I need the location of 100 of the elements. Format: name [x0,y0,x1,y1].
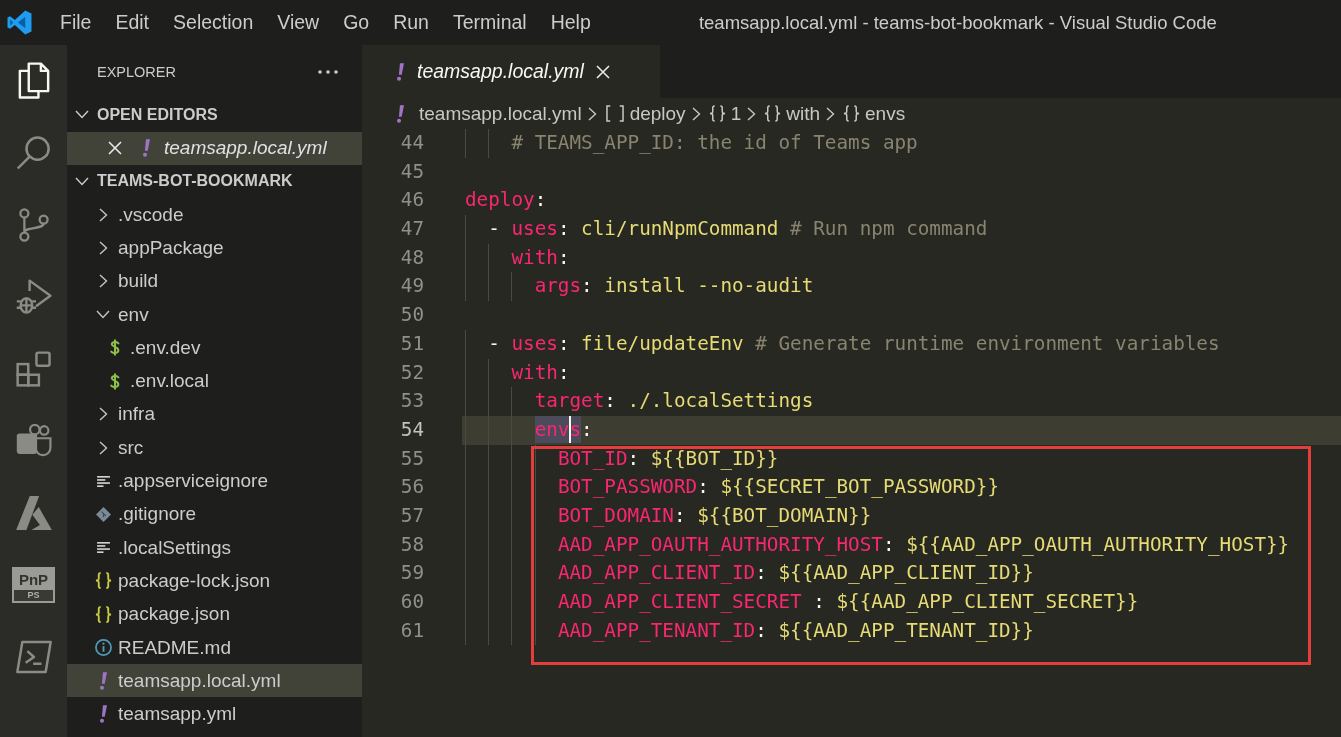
tree-item[interactable]: .localSettings [67,530,362,565]
breadcrumb-item[interactable]: deploy [604,102,686,125]
dollar-icon [110,339,120,357]
close-icon[interactable] [108,141,122,155]
section-header[interactable]: TEAMS-BOT-BOOKMARK [67,164,362,198]
menu-item[interactable]: Help [538,11,603,34]
exclamation-icon [397,104,404,123]
code-line: with: [462,358,1341,388]
code-line: # TEAMS_APP_ID: the id of Teams app [462,129,1341,158]
terminal-icon[interactable] [15,640,52,674]
menu-item[interactable]: File [48,11,104,34]
menu-item[interactable]: Go [331,11,382,34]
line-number: 54 [399,416,424,443]
braces-icon [94,572,112,590]
code-line: - uses: file/updateEnv # Generate runtime environment variables [462,329,1341,359]
tree-item[interactable]: .gitignore [67,497,362,531]
braces-icon [764,105,782,122]
line-number: 56 [399,474,424,501]
breadcrumb-item[interactable]: 1 [708,102,742,125]
line-number: 47 [399,216,424,243]
open-editor-item[interactable]: teamsapp.local.yml [67,131,362,165]
brackets-icon [604,105,625,122]
app-logo-icon [7,10,32,35]
menu-item[interactable]: View [265,11,332,34]
tree-item[interactable]: src [67,431,362,465]
tree-item[interactable]: package.json [67,597,362,631]
tree-item[interactable]: env [67,297,362,332]
code-line: BOT_DOMAIN: ${{BOT_DOMAIN}} [462,501,1341,531]
chevron-icon [691,106,701,121]
line-number: 59 [399,560,424,587]
tree-item[interactable]: teamsapp.yml [67,697,362,731]
exclamation-icon [143,139,150,157]
azure-icon[interactable] [15,496,52,530]
tree-item[interactable]: .appserviceignore [67,464,362,498]
menu-item[interactable]: Edit [103,11,162,34]
code-line: with: [462,243,1341,273]
line-number: 49 [399,273,424,300]
line-number: 46 [399,187,424,214]
run-debug-icon[interactable] [15,279,52,315]
close-icon[interactable] [595,64,610,79]
search-icon[interactable] [16,136,51,170]
line-number: 45 [399,158,424,185]
code-line: BOT_PASSWORD: ${{SECRET_BOT_PASSWORD}} [462,473,1341,502]
braces-icon [94,605,112,623]
code-line: args: install --no-audit [462,272,1341,302]
window-title: teamsapp.local.yml - teams-bot-bookmark - Visual Studio Code [698,11,1217,34]
code-line: - uses: cli/runNpmCommand # Run npm command [462,215,1341,244]
code-line: AAD_APP_TENANT_ID: ${{AAD_APP_TENANT_ID}} [462,616,1341,646]
line-number: 58 [399,531,424,558]
line-number: 53 [399,388,424,415]
line-number: 55 [399,445,424,472]
pnp-button[interactable]: PnP PS [12,567,55,603]
chevron-icon [747,106,757,121]
files-icon[interactable] [16,62,51,100]
diamond-icon [95,506,111,522]
exclamation-icon [99,705,107,724]
menu-item[interactable]: Run [381,11,441,34]
info-icon [94,639,112,656]
code-line: deploy: [464,187,548,214]
exclamation-icon [99,671,107,690]
editor-tab[interactable]: teamsapp.local.yml [362,45,660,98]
panel-title: EXPLORER [97,63,176,80]
tree-item[interactable]: build [67,264,362,298]
code-line: AAD_APP_OAUTH_AUTHORITY_HOST: ${{AAD_APP_OAUTH_AUTHORITY_HOST}} [462,530,1341,560]
line-number: 61 [399,617,424,644]
braces-icon [708,105,726,122]
line-number: 57 [399,502,424,529]
teams-icon[interactable] [15,424,52,458]
menu-item[interactable]: Selection [161,11,266,34]
code-line: AAD_APP_CLIENT_SECRET : ${{AAD_APP_CLIENT_SECRET}} [462,588,1341,617]
code-line: AAD_APP_CLIENT_ID: ${{AAD_APP_CLIENT_ID}} [462,559,1341,588]
line-number: 51 [399,330,424,357]
extensions-icon[interactable] [15,351,52,387]
section-header[interactable]: OPEN EDITORS [67,98,362,132]
braces-icon [843,105,860,122]
line-number: 60 [399,589,424,615]
exclamation-icon [397,62,404,81]
tree-item[interactable]: .vscode [67,198,362,232]
tree-item[interactable]: appPackage [67,231,362,265]
lines-icon [96,475,110,487]
line-number: 48 [399,244,424,271]
line-number: 50 [399,302,424,329]
tree-item[interactable]: README.md [67,630,362,665]
more-icon[interactable] [318,69,338,74]
menu-item[interactable]: Terminal [440,11,539,34]
breadcrumb-item[interactable]: with [764,102,820,125]
dollar-icon [110,372,120,390]
chevron-icon [587,106,597,121]
chevron-icon [826,106,835,121]
breadcrumb-item[interactable]: envs [843,102,906,125]
tree-item[interactable]: .env.local [67,364,362,398]
breadcrumb-item[interactable]: teamsapp.local.yml [397,102,582,125]
tree-item[interactable]: package-lock.json [67,564,362,598]
tree-item[interactable]: .env.dev [67,331,362,365]
code-line: target: ./.localSettings [462,387,1341,416]
tree-item[interactable]: infra [67,397,362,432]
source-control-icon[interactable] [18,208,49,242]
line-number: 52 [399,359,424,386]
tree-item[interactable]: teamsapp.local.yml [67,664,362,698]
lines-icon [96,542,110,554]
